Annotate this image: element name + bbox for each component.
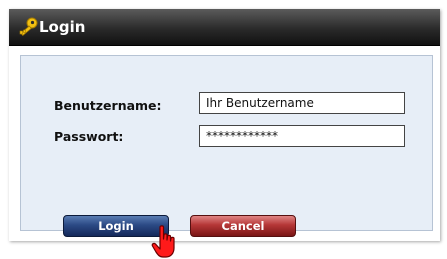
password-label: Passwort: xyxy=(54,129,124,144)
key-icon xyxy=(19,17,38,37)
password-input[interactable]: ************ xyxy=(199,125,405,147)
login-form-panel: Benutzername: Ihr Benutzername Passwort:… xyxy=(20,55,433,258)
title-bar: Login xyxy=(9,9,440,46)
hand-pointer-icon xyxy=(151,225,175,258)
username-input[interactable]: Ihr Benutzername xyxy=(199,92,405,114)
window-title: Login xyxy=(39,18,86,36)
cancel-button[interactable]: Cancel xyxy=(190,215,296,237)
login-dialog: Login Benutzername: Ihr Benutzername Pas… xyxy=(9,9,440,258)
username-label: Benutzername: xyxy=(54,98,162,113)
